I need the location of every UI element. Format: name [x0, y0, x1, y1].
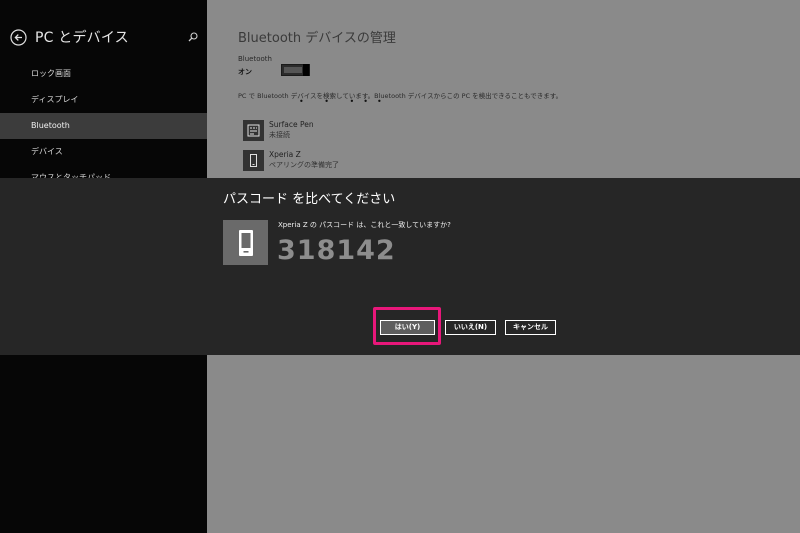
back-button[interactable] — [10, 28, 27, 46]
keyboard-icon — [247, 124, 260, 137]
sidebar-item-display[interactable]: ディスプレイ — [0, 87, 207, 113]
back-arrow-icon — [10, 28, 27, 46]
highlight-annotation — [373, 307, 441, 345]
sidebar-header: PC とデバイス — [10, 26, 200, 48]
device-status: ペアリングの準備完了 — [269, 161, 339, 169]
device-item-surface-pen[interactable]: Surface Pen 未接続 — [243, 118, 543, 144]
sidebar-item-bluetooth[interactable]: Bluetooth — [0, 113, 207, 139]
dialog-message: Xperia Z の パスコード は、これと一致していますか? — [278, 221, 451, 229]
phone-icon — [238, 229, 253, 256]
bluetooth-state: オン — [238, 68, 252, 76]
dialog-title: パスコード を比べてください — [223, 192, 396, 207]
bluetooth-label: Bluetooth — [238, 55, 272, 63]
bluetooth-toggle[interactable] — [281, 64, 310, 76]
sidebar-item-lock-screen[interactable]: ロック画面 — [0, 61, 207, 87]
device-name: Xperia Z — [269, 150, 301, 159]
passcode-value: 318142 — [277, 235, 396, 266]
sidebar-item-devices[interactable]: デバイス — [0, 139, 207, 165]
phone-icon — [250, 154, 257, 167]
device-status: 未接続 — [269, 131, 290, 139]
toggle-knob — [303, 64, 309, 76]
search-icon — [188, 32, 198, 42]
page-title: Bluetooth デバイスの管理 — [238, 31, 396, 46]
device-item-xperia-z[interactable]: Xperia Z ペアリングの準備完了 — [243, 148, 543, 174]
sidebar-title: PC とデバイス — [35, 30, 129, 46]
searching-text: PC で Bluetooth デバイスを検索しています。Bluetooth デバ… — [238, 92, 563, 100]
progress-dots: • • ••• — [299, 97, 391, 106]
passcode-dialog: パスコード を比べてください Xperia Z の パスコード は、これと一致し… — [0, 178, 800, 355]
no-button[interactable]: いいえ(N) — [445, 320, 496, 335]
cancel-button[interactable]: キャンセル — [505, 320, 556, 335]
device-icon-tile — [243, 120, 264, 141]
device-icon-tile — [243, 150, 264, 171]
toggle-track — [284, 67, 302, 73]
device-name: Surface Pen — [269, 120, 314, 129]
search-button[interactable] — [186, 29, 200, 43]
dialog-device-tile — [223, 220, 268, 265]
